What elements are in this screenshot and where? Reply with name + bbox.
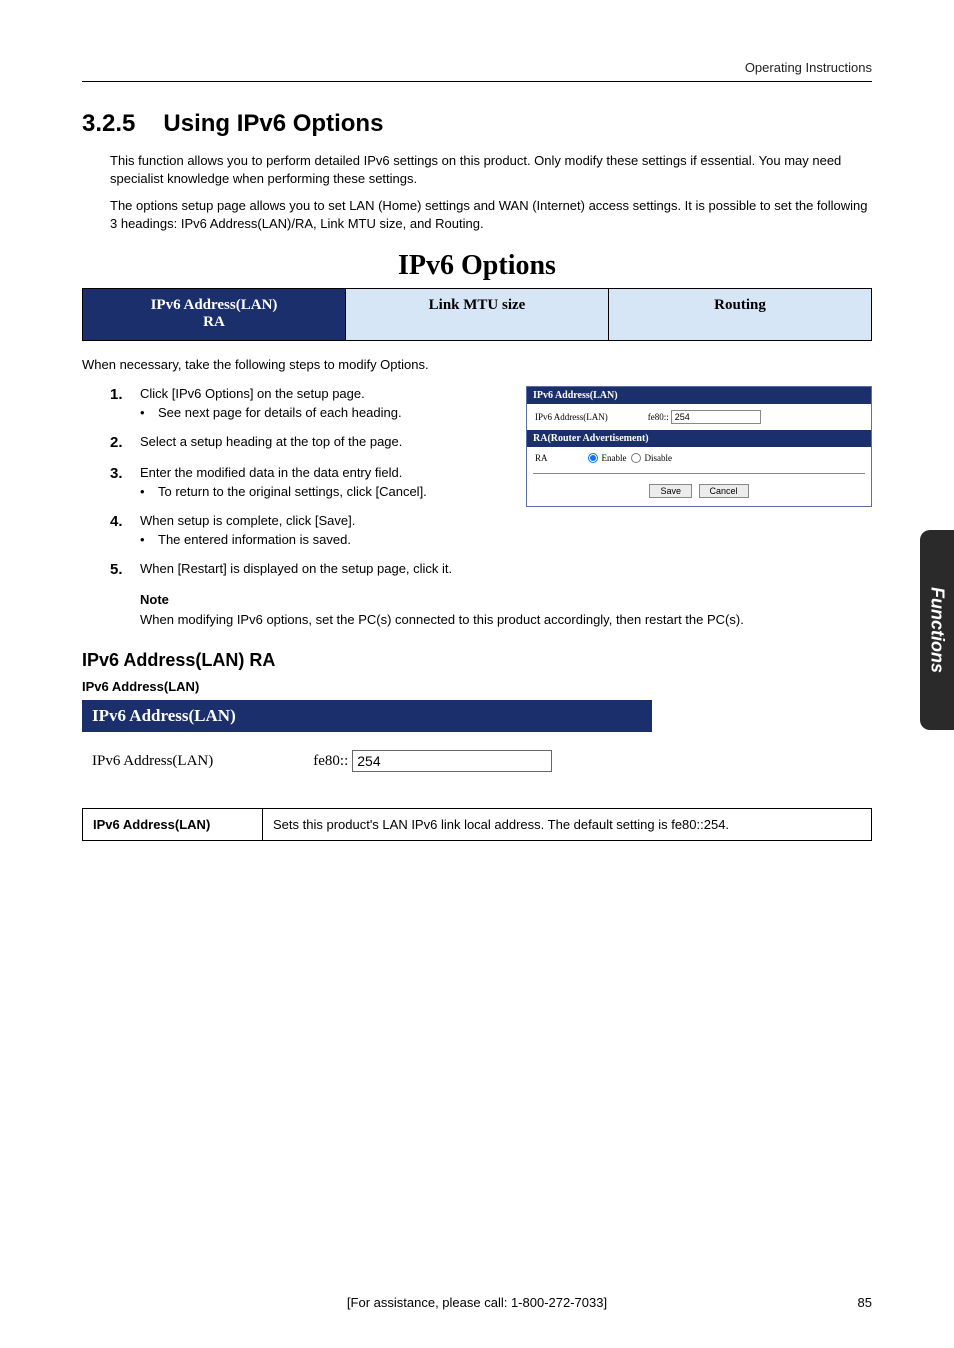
description-table: IPv6 Address(LAN) Sets this product's LA… [82, 808, 872, 841]
note-label: Note [140, 592, 872, 607]
step-1: 1. Click [IPv6 Options] on the setup pag… [110, 386, 508, 420]
footer: [For assistance, please call: 1-800-272-… [82, 1295, 872, 1310]
ipv6-address-panel: IPv6 Address(LAN) IPv6 Address(LAN) fe80… [82, 700, 652, 794]
mini-ra-enable-radio[interactable] [588, 453, 598, 463]
mini-cancel-button[interactable]: Cancel [699, 484, 749, 498]
step-3-bullet: To return to the original settings, clic… [158, 484, 427, 499]
section-title-text: Using IPv6 Options [163, 110, 383, 137]
section-title: 3.2.5 Using IPv6 Options [82, 110, 872, 138]
step-4-text: When setup is complete, click [Save]. [140, 513, 355, 528]
step-4: 4. When setup is complete, click [Save].… [110, 513, 872, 547]
section-number: 3.2.5 [82, 110, 135, 137]
tab-link-mtu-size[interactable]: Link MTU size [346, 289, 609, 340]
tab1-line2: RA [203, 314, 225, 330]
side-tab-functions: Functions [920, 530, 954, 730]
mini-header-ipv6: IPv6 Address(LAN) [527, 387, 871, 404]
step-1-text: Click [IPv6 Options] on the setup page. [140, 386, 365, 401]
mini-divider [533, 473, 865, 474]
header-divider [82, 81, 872, 82]
step-5: 5. When [Restart] is displayed on the se… [110, 561, 872, 578]
ipv6-address-input[interactable] [352, 750, 552, 772]
tab-ipv6-address-lan-ra[interactable]: IPv6 Address(LAN) RA [83, 289, 346, 340]
step-3-number: 3. [110, 465, 140, 499]
note-block: Note When modifying IPv6 options, set th… [140, 592, 872, 629]
mini-prefix-text: fe80:: [648, 412, 669, 422]
subheading-ipv6-ra: IPv6 Address(LAN) RA [82, 650, 872, 671]
step-4-bullet: The entered information is saved. [158, 532, 351, 547]
step-3: 3. Enter the modified data in the data e… [110, 465, 508, 499]
subheading-ipv6-lan: IPv6 Address(LAN) [82, 679, 872, 694]
mini-header-ra: RA(Router Advertisement) [527, 430, 871, 447]
step-1-number: 1. [110, 386, 140, 420]
step-2-number: 2. [110, 434, 140, 451]
mini-screenshot: IPv6 Address(LAN) IPv6 Address(LAN) fe80… [526, 386, 872, 507]
bullet-dot-icon: • [140, 532, 158, 547]
note-text: When modifying IPv6 options, set the PC(… [140, 611, 872, 629]
step-5-text: When [Restart] is displayed on the setup… [140, 561, 452, 576]
step-1-bullet: See next page for details of each headin… [158, 405, 402, 420]
mini-ra-disable-label: Disable [645, 453, 673, 463]
header-right-text: Operating Instructions [82, 60, 872, 75]
options-banner: IPv6 Options IPv6 Address(LAN) RA Link M… [82, 242, 872, 341]
step-2-text: Select a setup heading at the top of the… [140, 434, 402, 449]
bullet-dot-icon: • [140, 405, 158, 420]
step-2: 2. Select a setup heading at the top of … [110, 434, 508, 451]
table-term: IPv6 Address(LAN) [83, 809, 263, 841]
footer-assistance-text: [For assistance, please call: 1-800-272-… [347, 1295, 607, 1310]
step-4-number: 4. [110, 513, 140, 547]
page-number: 85 [858, 1295, 872, 1310]
mini-save-button[interactable]: Save [649, 484, 692, 498]
table-description: Sets this product's LAN IPv6 link local … [263, 809, 872, 841]
when-necessary-text: When necessary, take the following steps… [82, 357, 872, 372]
bullet-dot-icon: • [140, 484, 158, 499]
tab-routing[interactable]: Routing [609, 289, 871, 340]
table-row: IPv6 Address(LAN) Sets this product's LA… [83, 809, 872, 841]
ipv6-panel-header: IPv6 Address(LAN) [82, 700, 652, 732]
mini-ipv6-input[interactable] [671, 410, 761, 424]
step-3-text: Enter the modified data in the data entr… [140, 465, 402, 480]
options-banner-title: IPv6 Options [82, 242, 872, 288]
intro-paragraph-2: The options setup page allows you to set… [110, 197, 872, 232]
mini-ra-enable-label: Enable [602, 453, 627, 463]
mini-ipv6-label: IPv6 Address(LAN) [535, 412, 608, 422]
mini-ra-label: RA [535, 453, 548, 463]
intro-paragraph-1: This function allows you to perform deta… [110, 152, 872, 187]
ipv6-panel-prefix: fe80:: [313, 753, 348, 770]
options-tabs: IPv6 Address(LAN) RA Link MTU size Routi… [82, 288, 872, 341]
ipv6-panel-label: IPv6 Address(LAN) [92, 753, 213, 770]
step-5-number: 5. [110, 561, 140, 578]
tab1-line1: IPv6 Address(LAN) [151, 297, 278, 313]
mini-ra-disable-radio[interactable] [631, 453, 641, 463]
